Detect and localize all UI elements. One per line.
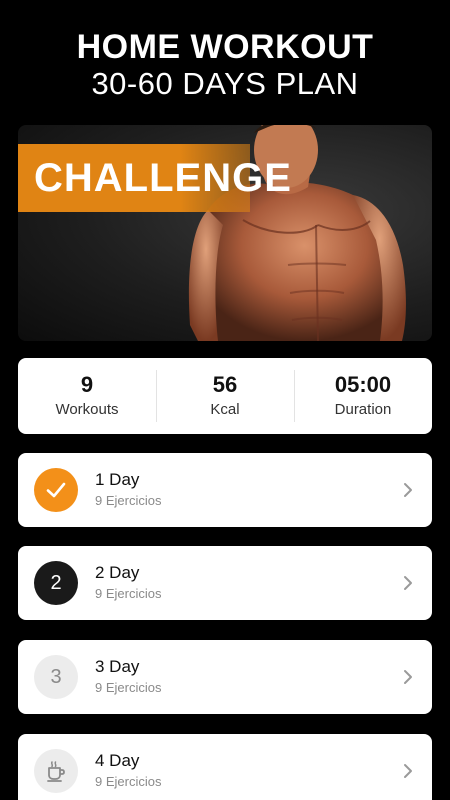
chevron-right-icon	[404, 576, 412, 590]
day-card-3[interactable]: 3 3 Day 9 Ejercicios	[18, 640, 432, 714]
page-subtitle: 30-60 DAYS PLAN	[91, 66, 359, 101]
hero-banner[interactable]: CHALLENGE	[18, 125, 432, 341]
day-status-completed	[34, 468, 78, 512]
day-title: 3 Day	[95, 657, 140, 676]
stat-duration: 05:00 Duration	[294, 358, 432, 434]
page-title: HOME WORKOUT	[76, 28, 374, 66]
day-exercise-count: 9 Ejercicios	[95, 586, 162, 601]
check-icon	[46, 482, 66, 498]
day-title: 1 Day	[95, 470, 140, 489]
stats-card: 9 Workouts 56 Kcal 05:00 Duration	[18, 358, 432, 434]
stat-value: 05:00	[334, 372, 392, 397]
day-number-badge: 3	[34, 655, 78, 699]
stat-value: 56	[212, 372, 238, 397]
screen: HOME WORKOUT 30-60 DAYS PLAN CHALLENGE 9…	[0, 0, 450, 800]
chevron-right-icon	[404, 670, 412, 684]
chevron-right-icon	[404, 764, 412, 778]
stat-workouts: 9 Workouts	[18, 358, 156, 434]
stat-label: Workouts	[55, 401, 119, 418]
coffee-cup-icon	[47, 761, 65, 782]
day-title: 2 Day	[95, 563, 140, 582]
day-exercise-count: 9 Ejercicios	[95, 493, 162, 508]
challenge-label: CHALLENGE	[34, 156, 292, 200]
day-exercise-count: 9 Ejercicios	[95, 680, 162, 695]
day-card-4[interactable]: 4 Day 9 Ejercicios	[18, 734, 432, 800]
day-title: 4 Day	[95, 751, 140, 770]
day-card-2[interactable]: 2 2 Day 9 Ejercicios	[18, 546, 432, 620]
day-status-rest	[34, 749, 78, 793]
stat-kcal: 56 Kcal	[156, 358, 294, 434]
stat-label: Kcal	[210, 401, 240, 418]
day-exercise-count: 9 Ejercicios	[95, 774, 162, 789]
day-card-1[interactable]: 1 Day 9 Ejercicios	[18, 453, 432, 527]
stat-label: Duration	[334, 401, 392, 418]
header: HOME WORKOUT 30-60 DAYS PLAN	[0, 28, 450, 102]
stat-value: 9	[80, 372, 94, 397]
day-number-badge: 2	[34, 561, 78, 605]
chevron-right-icon	[404, 483, 412, 497]
